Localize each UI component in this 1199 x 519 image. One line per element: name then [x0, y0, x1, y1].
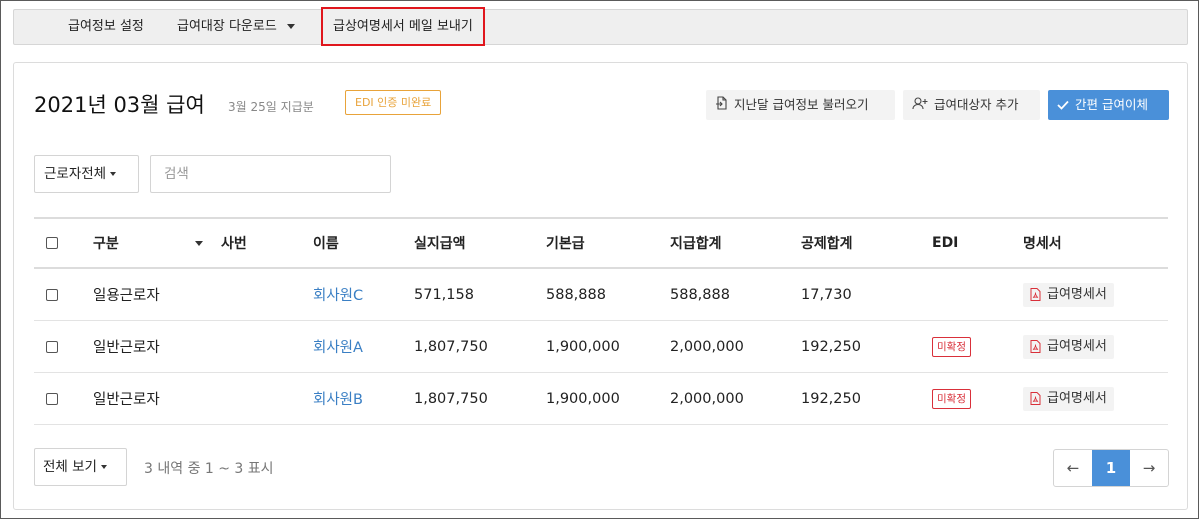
page-title: 2021년 03월 급여: [34, 93, 205, 117]
cell-edi: 미확정: [932, 373, 971, 424]
table-row: 일반근로자 회사원A 1,807,750 1,900,000 2,000,000…: [34, 321, 1168, 373]
table-header-row: 구분 사번 이름 실지급액 기본급 지급합계 공제합계 EDI 명세서: [34, 217, 1168, 269]
pdf-icon: [1030, 340, 1041, 353]
app-frame: 급여정보 설정 급여대장 다운로드 급상여명세서 메일 보내기 2021년 03…: [0, 0, 1199, 519]
header-type[interactable]: 구분: [93, 219, 203, 267]
pdf-icon: [1030, 392, 1041, 405]
header-total-pay: 지급합계: [670, 236, 722, 252]
cell-base-pay: 588,888: [546, 286, 606, 303]
caret-down-icon: [100, 465, 107, 469]
user-plus-icon: [912, 91, 928, 121]
view-all-value: 전체 보기: [43, 459, 97, 475]
add-payroll-target-label: 급여대상자 추가: [934, 97, 1019, 112]
add-payroll-target-button[interactable]: 급여대상자 추가: [903, 90, 1040, 120]
cell-statement: 급여명세서: [1023, 373, 1114, 424]
payroll-table: 구분 사번 이름 실지급액 기본급 지급합계 공제합계 EDI 명세서 일용근로…: [34, 217, 1168, 425]
row-checkbox[interactable]: [46, 392, 58, 405]
cell-type: 일반근로자: [93, 392, 160, 408]
cell-total-deduction: 17,730: [801, 286, 852, 303]
cell-total-pay: 588,888: [670, 286, 730, 303]
pdf-icon: [1030, 288, 1041, 301]
edi-unconfirmed-badge: 미확정: [932, 336, 971, 357]
load-prev-month-button[interactable]: 지난달 급여정보 불러오기: [706, 90, 895, 120]
cell-net-pay: 571,158: [414, 286, 474, 303]
cell-type: 일용근로자: [93, 288, 160, 304]
table-row: 일반근로자 회사원B 1,807,750 1,900,000 2,000,000…: [34, 373, 1168, 425]
record-count-text: 3 내역 중 1 ~ 3 표시: [144, 461, 274, 477]
cell-total-deduction: 192,250: [801, 390, 861, 407]
header-total-deduction: 공제합계: [801, 236, 853, 252]
header-statement: 명세서: [1023, 236, 1062, 252]
employee-name-link[interactable]: 회사원C: [313, 269, 363, 320]
payroll-card: 2021년 03월 급여 3월 25일 지급분 EDI 인증 미완료 지난달 급…: [13, 62, 1188, 510]
select-all-cell: [46, 219, 58, 267]
table-row: 일용근로자 회사원C 571,158 588,888 588,888 17,73…: [34, 269, 1168, 321]
header-base-pay: 기본급: [546, 236, 585, 252]
pay-statement-button[interactable]: 급여명세서: [1023, 334, 1114, 359]
employee-name-link[interactable]: 회사원A: [313, 321, 363, 372]
edi-unconfirmed-badge: 미확정: [932, 388, 971, 409]
pay-statement-label: 급여명세서: [1047, 286, 1107, 302]
menu-ledger-download-label: 급여대장 다운로드: [177, 19, 277, 34]
cell-total-deduction: 192,250: [801, 338, 861, 355]
select-all-checkbox[interactable]: [46, 237, 58, 249]
row-checkbox[interactable]: [46, 288, 58, 301]
load-prev-month-label: 지난달 급여정보 불러오기: [734, 97, 869, 112]
check-icon: [1057, 91, 1069, 121]
cell-base-pay: 1,900,000: [546, 390, 620, 407]
cell-total-pay: 2,000,000: [670, 390, 744, 407]
cell-statement: 급여명세서: [1023, 321, 1114, 372]
row-checkbox[interactable]: [46, 340, 58, 353]
employee-name-link[interactable]: 회사원B: [313, 373, 363, 424]
cell-net-pay: 1,807,750: [414, 390, 488, 407]
next-page-button[interactable]: →: [1130, 450, 1168, 486]
sort-caret-icon: [195, 240, 203, 246]
cell-statement: 급여명세서: [1023, 269, 1114, 320]
menu-ledger-download[interactable]: 급여대장 다운로드: [177, 10, 295, 44]
header-type-label: 구분: [93, 236, 119, 252]
header-net-pay: 실지급액: [414, 236, 466, 252]
header-emp-no: 사번: [221, 236, 247, 252]
header-edi: EDI: [932, 235, 959, 251]
search-input[interactable]: [150, 155, 391, 193]
pay-statement-label: 급여명세서: [1047, 390, 1107, 406]
cell-edi: 미확정: [932, 321, 971, 372]
cell-net-pay: 1,807,750: [414, 338, 488, 355]
caret-down-icon: [286, 24, 295, 29]
cell-total-pay: 2,000,000: [670, 338, 744, 355]
cell-type: 일반근로자: [93, 340, 160, 356]
caret-down-icon: [110, 172, 117, 176]
quick-salary-transfer-button[interactable]: 간편 급여이체: [1048, 90, 1169, 120]
page-1-button[interactable]: 1: [1092, 450, 1130, 486]
header-name: 이름: [313, 236, 339, 252]
pagination: ← 1 →: [1053, 449, 1169, 487]
prev-page-button[interactable]: ←: [1054, 450, 1092, 486]
menu-send-statement-email[interactable]: 급상여명세서 메일 보내기: [321, 7, 485, 46]
pay-date-subtitle: 3월 25일 지급분: [228, 100, 314, 114]
row-select-cell: [46, 321, 58, 372]
quick-salary-transfer-label: 간편 급여이체: [1075, 97, 1148, 112]
row-select-cell: [46, 269, 58, 320]
view-all-select[interactable]: 전체 보기: [34, 448, 127, 486]
top-menu-bar: 급여정보 설정 급여대장 다운로드 급상여명세서 메일 보내기: [13, 7, 1188, 46]
pay-statement-label: 급여명세서: [1047, 338, 1107, 354]
worker-filter-select[interactable]: 근로자전체: [34, 155, 139, 193]
row-select-cell: [46, 373, 58, 424]
menu-salary-settings[interactable]: 급여정보 설정: [68, 10, 144, 44]
pay-statement-button[interactable]: 급여명세서: [1023, 282, 1114, 307]
file-import-icon: [715, 91, 728, 121]
edi-status-badge: EDI 인증 미완료: [345, 90, 442, 115]
worker-filter-value: 근로자전체: [44, 166, 107, 182]
pay-statement-button[interactable]: 급여명세서: [1023, 386, 1114, 411]
cell-base-pay: 1,900,000: [546, 338, 620, 355]
